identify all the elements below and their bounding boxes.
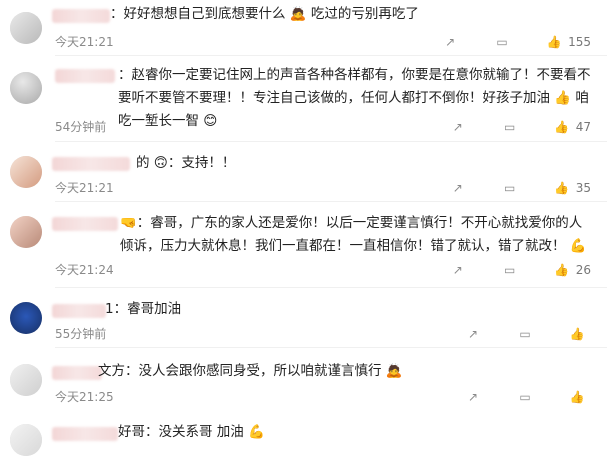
comment-time: 今天21:25 (55, 390, 114, 404)
comment-icon[interactable]: ▭ (502, 119, 518, 135)
username-blurred (55, 69, 115, 83)
like-count: 26 (575, 263, 591, 277)
thumb-up-icon: 👍 (554, 181, 570, 195)
comment-text: 文方：没人会跟你感同身受，所以咱就谨言慎行 🙇 (98, 363, 403, 379)
thumb-up-icon: 👍 (569, 390, 585, 404)
comment-item: 的 🙃：支持！！ 今天21:21 ↗ ▭ 👍 35 (0, 142, 607, 202)
like-count: 47 (575, 120, 591, 134)
comment-text: 的 🙃：支持！！ (136, 155, 236, 171)
comment-item: 🤜：睿哥，广东的家人还是爱你！以后一定要谨言慎行！不开心就找爱你的人倾诉，压力大… (0, 202, 607, 288)
comment-icon[interactable]: ▭ (517, 389, 533, 405)
comment-icon[interactable]: ▭ (502, 262, 518, 278)
username-blurred (52, 217, 118, 231)
comment-time: 今天21:21 (55, 181, 114, 195)
thumb-up-icon: 👍 (546, 35, 562, 49)
like-button[interactable]: 👍 47 (554, 119, 591, 135)
like-count: 35 (575, 181, 591, 195)
comment-actions: ↗ ▭ 👍 (381, 388, 591, 406)
like-button[interactable]: 👍 155 (546, 34, 591, 50)
share-icon[interactable]: ↗ (450, 119, 466, 135)
username-blurred (52, 427, 118, 441)
thumb-up-icon: 👍 (554, 120, 570, 134)
username-blurred (52, 304, 106, 318)
comment-icon[interactable]: ▭ (517, 326, 533, 342)
comment-actions: ↗ ▭ 👍 47 (381, 118, 591, 136)
comment-actions: ↗ ▭ 👍 (381, 325, 591, 343)
comment-text: ：好好想想自己到底想要什么 🙇 吃过的亏别再吃了 (110, 6, 419, 22)
share-icon[interactable]: ↗ (450, 180, 466, 196)
comment-actions: ↗ ▭ 👍 26 (381, 261, 591, 279)
comment-icon[interactable]: ▭ (494, 34, 510, 50)
thumb-up-icon: 👍 (554, 263, 570, 277)
comment-icon[interactable]: ▭ (502, 180, 518, 196)
comment-item: ：好好想想自己到底想要什么 🙇 吃过的亏别再吃了 今天21:21 ↗ ▭ 👍 1… (0, 0, 607, 56)
avatar[interactable] (10, 424, 42, 456)
avatar[interactable] (10, 72, 42, 104)
comment-item: ：赵睿你一定要记住网上的声音各种各样都有，你要是在意你就输了！不要看不要听不要管… (0, 56, 607, 142)
like-count: 155 (568, 35, 591, 49)
share-icon[interactable]: ↗ (450, 262, 466, 278)
comment-time: 55分钟前 (55, 327, 107, 341)
share-icon[interactable]: ↗ (465, 326, 481, 342)
comment-actions: ↗ ▭ 👍 35 (381, 179, 591, 197)
comment-time: 54分钟前 (55, 120, 107, 134)
username-blurred (52, 366, 102, 380)
thumb-up-icon: 👍 (569, 327, 585, 341)
like-button[interactable]: 👍 35 (554, 180, 591, 196)
comment-item: 文方：没人会跟你感同身受，所以咱就谨言慎行 🙇 今天21:25 ↗ ▭ 👍 (0, 348, 607, 410)
share-icon[interactable]: ↗ (465, 389, 481, 405)
avatar[interactable] (10, 364, 42, 396)
username-blurred (52, 157, 130, 171)
comment-time: 今天21:24 (55, 263, 114, 277)
username-blurred (52, 9, 110, 23)
like-button[interactable]: 👍 26 (554, 262, 591, 278)
share-icon[interactable]: ↗ (442, 34, 458, 50)
comment-time: 今天21:21 (55, 35, 114, 49)
avatar[interactable] (10, 12, 42, 44)
like-button[interactable]: 👍 (569, 389, 591, 405)
comment-item: 1：睿哥加油 55分钟前 ↗ ▭ 👍 (0, 288, 607, 348)
like-button[interactable]: 👍 (569, 326, 591, 342)
comment-actions: ↗ ▭ 👍 155 (381, 33, 591, 51)
comment-item: 好哥：没关系哥 加油 💪 (0, 410, 607, 456)
comment-text: 好哥：没关系哥 加油 💪 (118, 424, 265, 440)
comment-text: 1：睿哥加油 (105, 301, 182, 317)
avatar[interactable] (10, 216, 42, 248)
comment-text: 🤜：睿哥，广东的家人还是爱你！以后一定要谨言慎行！不开心就找爱你的人倾诉，压力大… (120, 215, 587, 254)
avatar[interactable] (10, 156, 42, 188)
avatar[interactable] (10, 302, 42, 334)
